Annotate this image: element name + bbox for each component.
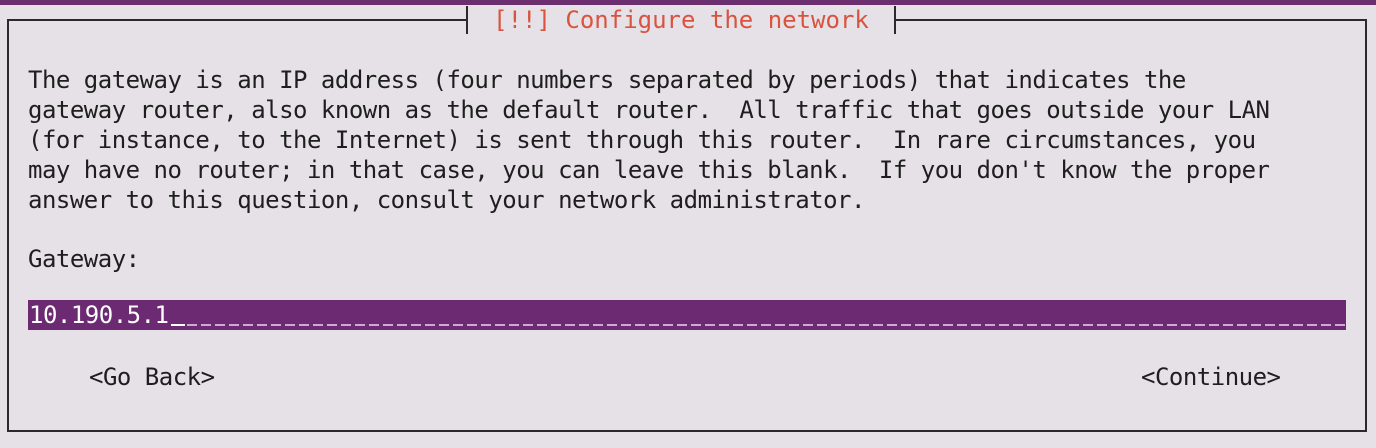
dialog-description: The gateway is an IP address (four numbe… bbox=[28, 66, 1270, 214]
dialog-title: [!!] Configure the network bbox=[493, 6, 869, 34]
continue-button[interactable]: <Continue> bbox=[1141, 362, 1281, 392]
input-underscore-fill bbox=[186, 324, 1346, 326]
gateway-input[interactable]: 10.190.5.1 bbox=[28, 300, 1346, 330]
dialog-title-box: [!!] Configure the network bbox=[466, 6, 896, 34]
text-cursor bbox=[170, 324, 185, 326]
go-back-button[interactable]: <Go Back> bbox=[89, 362, 215, 392]
top-accent-strip bbox=[0, 0, 1376, 5]
gateway-label: Gateway: bbox=[28, 245, 140, 273]
gateway-input-value: 10.190.5.1 bbox=[29, 301, 169, 329]
